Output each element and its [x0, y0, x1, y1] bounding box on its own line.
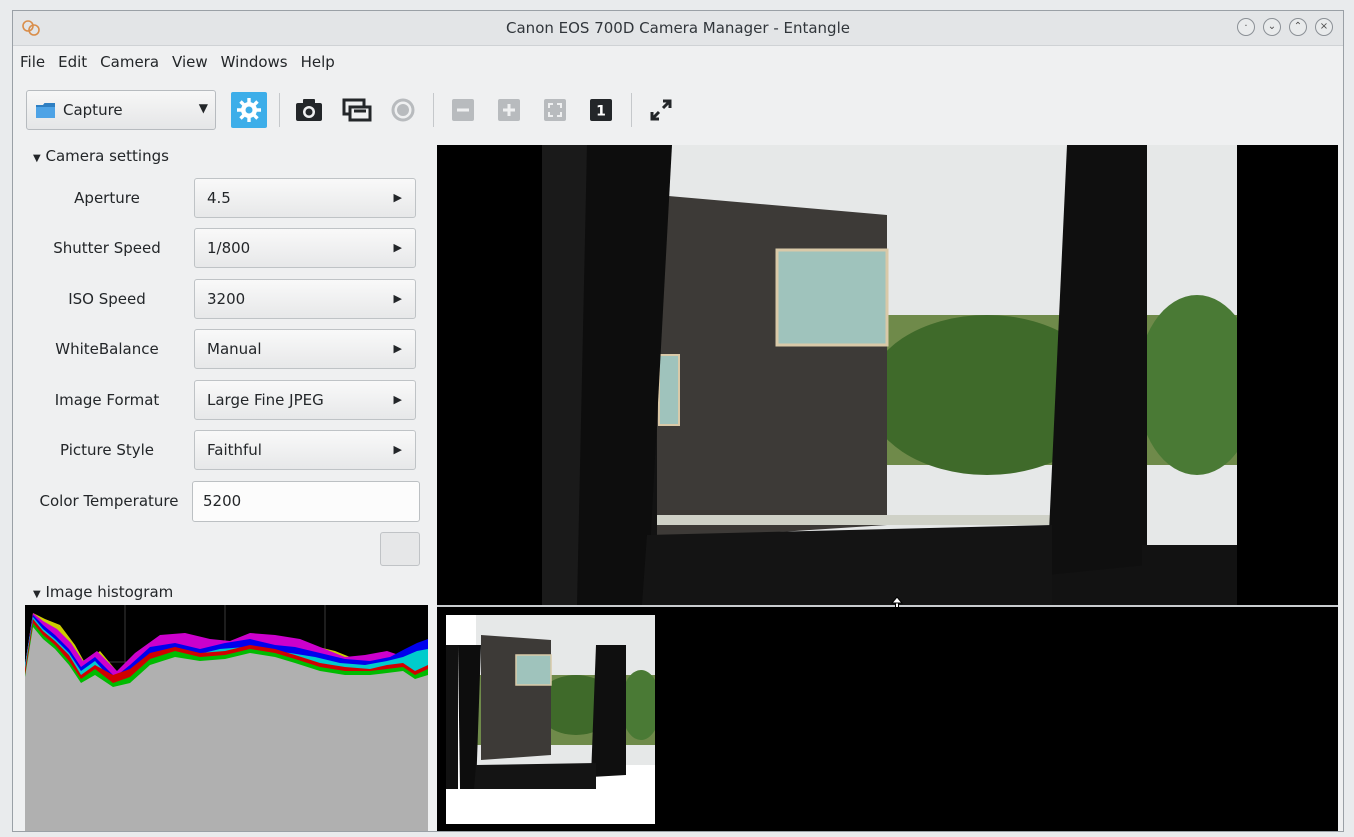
keep-above-button[interactable]: ·	[1237, 18, 1255, 36]
color-temperature-label: Color Temperature	[39, 492, 179, 510]
histogram-expander[interactable]: ▼ Image histogram	[33, 583, 173, 601]
close-button[interactable]: ×	[1315, 18, 1333, 36]
folder-icon	[36, 103, 55, 118]
white-balance-combo[interactable]: Manual ▶	[194, 329, 416, 369]
mode-selector[interactable]: Capture ▼	[26, 90, 216, 130]
fullscreen-icon	[650, 99, 672, 121]
mode-label: Capture	[63, 101, 123, 119]
toolbar-separator	[631, 93, 632, 127]
aperture-label: Aperture	[74, 189, 140, 207]
picture-style-combo[interactable]: Faithful ▶	[194, 430, 416, 470]
histogram-graph	[25, 605, 428, 831]
maximize-button[interactable]: ⌃	[1289, 18, 1307, 36]
color-temperature-field[interactable]	[192, 481, 420, 522]
toolbar-separator	[279, 93, 280, 127]
zoom-1to1-label: 1	[596, 104, 606, 120]
iso-speed-label: ISO Speed	[68, 290, 146, 308]
window-title: Canon EOS 700D Camera Manager - Entangle	[506, 19, 850, 37]
picture-style-value: Faithful	[207, 441, 262, 459]
arrow-right-icon: ▶	[393, 191, 402, 204]
zoom-fit-button[interactable]	[535, 90, 575, 130]
camera-settings-expander[interactable]: ▼ Camera settings	[33, 147, 169, 165]
chevron-down-icon: ▼	[198, 101, 208, 115]
menu-edit[interactable]: Edit	[51, 49, 93, 75]
camera-settings-title: Camera settings	[45, 147, 169, 165]
zoom-out-icon	[452, 99, 474, 121]
zoom-out-button[interactable]	[443, 90, 483, 130]
menu-view[interactable]: View	[165, 49, 214, 75]
fullscreen-button[interactable]	[641, 90, 681, 130]
preview-button[interactable]	[337, 90, 377, 130]
white-balance-value: Manual	[207, 340, 262, 358]
filmstrip	[437, 607, 1338, 831]
shutter-speed-value: 1/800	[207, 239, 251, 257]
zoom-fit-icon	[544, 99, 566, 121]
white-balance-label: WhiteBalance	[55, 340, 159, 358]
arrow-right-icon: ▶	[393, 342, 402, 355]
thumbnail[interactable]	[446, 615, 655, 824]
picture-style-label: Picture Style	[59, 441, 155, 459]
toolbar-separator	[433, 93, 434, 127]
image-format-label: Image Format	[54, 391, 160, 409]
menu-windows[interactable]: Windows	[214, 49, 294, 75]
arrow-right-icon: ▶	[393, 241, 402, 254]
histogram-title: Image histogram	[45, 583, 174, 601]
image-format-value: Large Fine JPEG	[207, 391, 324, 409]
settings-gear-icon	[231, 92, 267, 128]
camera-icon	[296, 99, 322, 121]
zoom-1to1-icon: 1	[590, 99, 612, 121]
minimize-button[interactable]: ⌄	[1263, 18, 1281, 36]
image-viewer	[437, 145, 1338, 605]
shutter-speed-combo[interactable]: 1/800 ▶	[194, 228, 416, 268]
settings-button[interactable]	[229, 90, 269, 130]
iso-speed-combo[interactable]: 3200 ▶	[194, 279, 416, 319]
record-button[interactable]	[383, 90, 423, 130]
zoom-in-button[interactable]	[489, 90, 529, 130]
toolbar: Capture ▼ 1	[13, 81, 1343, 137]
title-bar: Canon EOS 700D Camera Manager - Entangle…	[13, 11, 1343, 46]
arrow-right-icon: ▶	[393, 292, 402, 305]
aperture-value: 4.5	[207, 189, 231, 207]
color-temperature-input[interactable]	[203, 492, 403, 510]
thumbnail-image	[446, 615, 655, 789]
image-format-combo[interactable]: Large Fine JPEG ▶	[194, 380, 416, 420]
zoom-normal-button[interactable]: 1	[581, 90, 621, 130]
preview-icon	[342, 98, 372, 122]
zoom-in-icon	[498, 99, 520, 121]
apply-button[interactable]	[380, 532, 420, 566]
arrow-right-icon: ▶	[393, 393, 402, 406]
expander-arrow-icon: ▼	[33, 153, 41, 164]
shutter-speed-label: Shutter Speed	[53, 239, 161, 257]
app-window: Canon EOS 700D Camera Manager - Entangle…	[12, 10, 1344, 832]
arrow-right-icon: ▶	[393, 443, 402, 456]
iso-speed-value: 3200	[207, 290, 246, 308]
menu-file[interactable]: File	[13, 49, 51, 75]
menu-bar: File Edit Camera View Windows Help	[13, 49, 341, 75]
menu-camera[interactable]: Camera	[93, 49, 165, 75]
capture-button[interactable]	[289, 90, 329, 130]
aperture-combo[interactable]: 4.5 ▶	[194, 178, 416, 218]
record-icon	[391, 98, 415, 122]
expander-arrow-icon: ▼	[33, 589, 41, 600]
menu-help[interactable]: Help	[294, 49, 341, 75]
